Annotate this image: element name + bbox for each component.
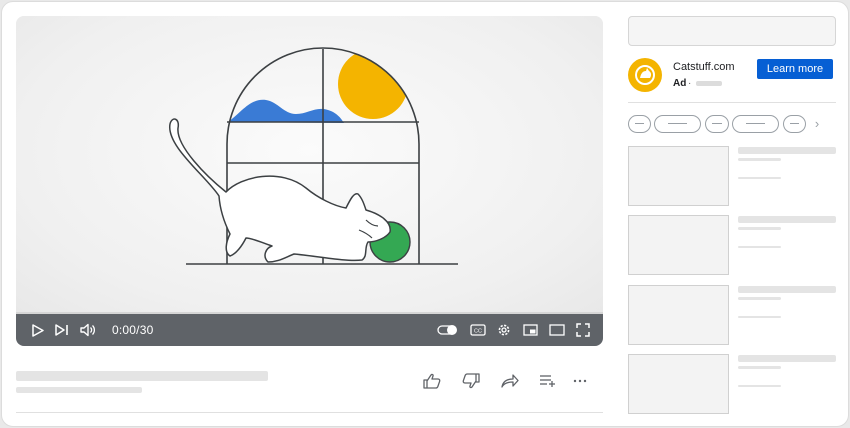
like-icon[interactable] (421, 370, 443, 392)
cat-logo-icon (635, 65, 655, 85)
ad-domain-placeholder (696, 81, 722, 86)
recommendation-title-placeholder[interactable] (738, 355, 836, 362)
autoplay-toggle-icon[interactable] (436, 314, 460, 346)
sidebar-banner-placeholder[interactable] (628, 16, 836, 46)
recommendation-thumbnail[interactable] (628, 146, 729, 206)
video-player[interactable]: 0:00/30 CC (16, 16, 603, 346)
filter-chip[interactable] (732, 115, 779, 133)
recommendation-channel-placeholder (738, 366, 781, 369)
ad-separator: · (688, 78, 692, 89)
volume-icon[interactable] (78, 314, 98, 346)
ad-badge: Ad (673, 78, 687, 89)
next-icon[interactable] (53, 314, 71, 346)
recommendation-thumbnail[interactable] (628, 285, 729, 345)
recommendation-thumbnail[interactable] (628, 354, 729, 414)
fullscreen-icon[interactable] (573, 314, 593, 346)
recommendation-title-placeholder[interactable] (738, 286, 836, 293)
miniplayer-icon[interactable] (521, 314, 539, 346)
save-to-playlist-icon[interactable] (537, 370, 559, 392)
filter-chip[interactable] (783, 115, 806, 133)
cat-shape (169, 118, 391, 263)
chevron-right-icon[interactable]: › (811, 115, 823, 133)
recommendation-channel-placeholder (738, 297, 781, 300)
divider (16, 412, 603, 413)
more-icon[interactable] (569, 370, 591, 392)
video-frame[interactable] (16, 16, 603, 314)
theater-icon[interactable] (547, 314, 567, 346)
recommendation-meta-placeholder (738, 385, 781, 387)
svg-text:CC: CC (474, 328, 482, 334)
player-controls: 0:00/30 CC (16, 314, 603, 346)
filter-chip[interactable] (654, 115, 701, 133)
channel-name-placeholder (16, 387, 142, 393)
cat-illustration (169, 47, 458, 265)
filter-chip[interactable] (705, 115, 729, 133)
app-frame: 0:00/30 CC Catstuff.com Ad · Learn more … (1, 1, 849, 427)
filter-chip[interactable] (628, 115, 651, 133)
recommendation-meta-placeholder (738, 316, 781, 318)
cloud-shape (228, 99, 344, 123)
settings-icon[interactable] (495, 314, 513, 346)
ad-logo[interactable] (628, 58, 662, 92)
share-icon[interactable] (499, 370, 521, 392)
recommendation-channel-placeholder (738, 158, 781, 161)
learn-more-button[interactable]: Learn more (757, 59, 833, 79)
recommendation-thumbnail[interactable] (628, 215, 729, 275)
ad-title[interactable]: Catstuff.com (673, 61, 735, 73)
divider (628, 102, 836, 103)
recommendation-meta-placeholder (738, 246, 781, 248)
recommendation-title-placeholder[interactable] (738, 147, 836, 154)
play-icon[interactable] (29, 314, 47, 346)
recommendation-meta-placeholder (738, 177, 781, 179)
captions-icon[interactable]: CC (468, 314, 488, 346)
time-display: 0:00/30 (112, 323, 154, 337)
recommendation-channel-placeholder (738, 227, 781, 230)
recommendation-title-placeholder[interactable] (738, 216, 836, 223)
video-title-placeholder (16, 371, 268, 381)
dislike-icon[interactable] (460, 370, 482, 392)
